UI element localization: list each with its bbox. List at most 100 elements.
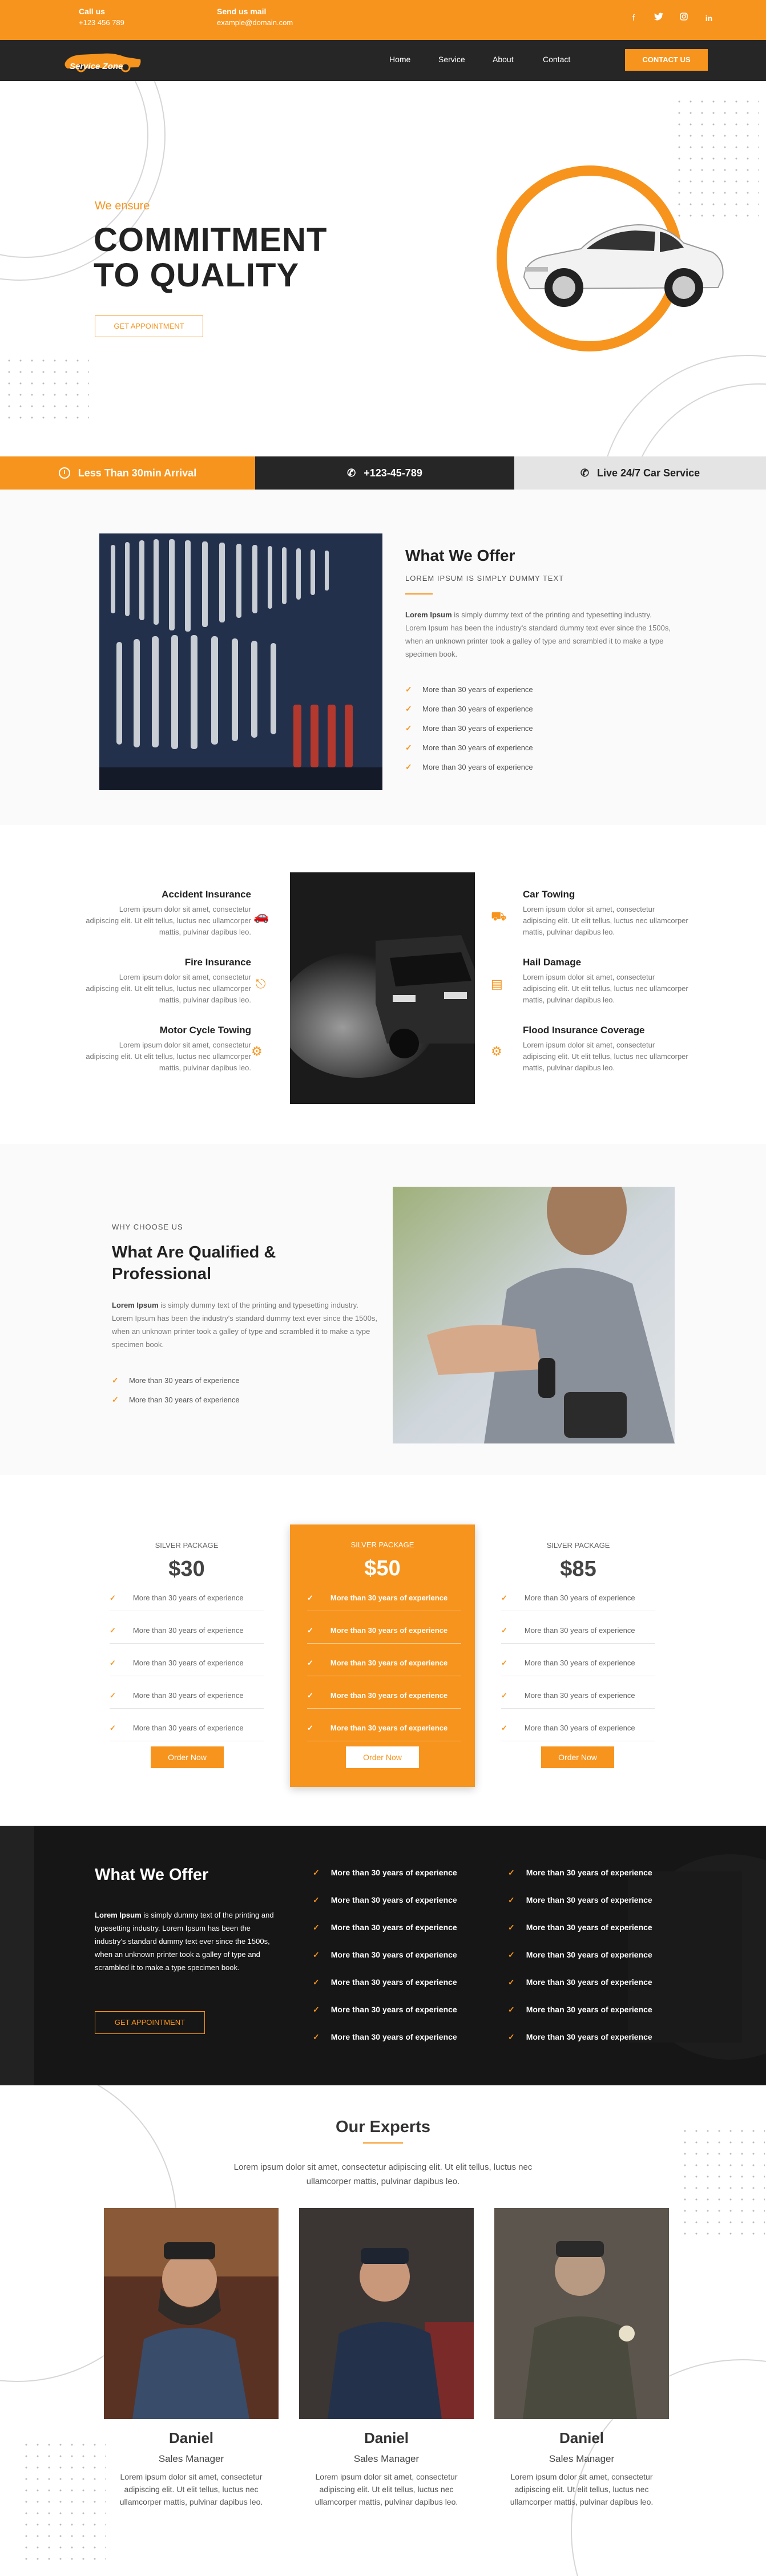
service-accident: Accident Insurance Lorem ipsum dolor sit… bbox=[86, 889, 251, 938]
motorcycle-icon: ⚙ bbox=[251, 1044, 263, 1058]
contact-us-button[interactable]: CONTACT US bbox=[625, 49, 708, 71]
offer-feature: ✓ More than 30 years of experience bbox=[405, 743, 533, 752]
twitter-icon[interactable] bbox=[653, 13, 664, 24]
service-title: Fire Insurance bbox=[184, 957, 251, 968]
why-title-line2: Professional bbox=[112, 1265, 212, 1283]
dark-feature: ✓ More than 30 years of experience bbox=[313, 1895, 457, 1904]
order-now-button[interactable]: Order Now bbox=[151, 1746, 224, 1768]
dark-offer-title: What We Offer bbox=[95, 1866, 209, 1884]
order-now-button[interactable]: Order Now bbox=[541, 1746, 614, 1768]
check-icon: ✓ bbox=[112, 1395, 119, 1404]
why-body-bold: Lorem Ipsum bbox=[112, 1301, 159, 1309]
dark-feature: ✓ More than 30 years of experience bbox=[508, 2032, 652, 2041]
dark-offer-body: Lorem Ipsum is simply dummy text of the … bbox=[95, 1908, 283, 1974]
service-strip: ✆ Live 24/7 Car Service bbox=[514, 456, 766, 490]
package-feature: ✓ More than 30 years of experience bbox=[307, 1724, 448, 1732]
package-feature: ✓ More than 30 years of experience bbox=[110, 1594, 244, 1602]
dark-feature: ✓ More than 30 years of experience bbox=[313, 1868, 457, 1877]
expert-role: Sales Manager bbox=[353, 2453, 420, 2464]
decor-dots bbox=[3, 355, 89, 423]
package-feature: ✓ More than 30 years of experience bbox=[501, 1626, 635, 1635]
arrival-strip: Less Than 30min Arrival bbox=[0, 456, 255, 490]
get-appointment-button[interactable]: GET APPOINTMENT bbox=[95, 316, 203, 337]
check-icon: ✓ bbox=[112, 1376, 119, 1385]
divider bbox=[405, 593, 433, 595]
car-smoke-image bbox=[290, 872, 475, 1104]
service-title: Car Towing bbox=[523, 889, 575, 900]
pricing-card-featured: SILVER PACKAGE $50 ✓ More than 30 years o… bbox=[290, 1524, 475, 1787]
order-now-button[interactable]: Order Now bbox=[346, 1746, 419, 1768]
service-text: Lorem ipsum dolor sit amet, consectetur … bbox=[86, 905, 251, 936]
service-text: Lorem ipsum dolor sit amet, consectetur … bbox=[523, 905, 688, 936]
package-feature: ✓ More than 30 years of experience bbox=[110, 1659, 244, 1667]
check-icon: ✓ bbox=[313, 1923, 320, 1932]
chart-icon: ▤ bbox=[491, 977, 503, 991]
service-title: Flood Insurance Coverage bbox=[523, 1025, 645, 1036]
why-feature: ✓ More than 30 years of experience bbox=[112, 1395, 240, 1404]
package-feature: ✓ More than 30 years of experience bbox=[307, 1691, 448, 1700]
experts-intro-line1: Lorem ipsum dolor sit amet, consectetur … bbox=[233, 2162, 533, 2172]
offer-feature: ✓ More than 30 years of experience bbox=[405, 685, 533, 694]
why-body: Lorem Ipsum is simply dummy text of the … bbox=[112, 1299, 380, 1351]
dark-feature: ✓ More than 30 years of experience bbox=[508, 1978, 652, 1987]
service-text: Lorem ipsum dolor sit amet, consectetur … bbox=[86, 973, 251, 1004]
offer-feature: ✓ More than 30 years of experience bbox=[405, 704, 533, 713]
expert-role: Sales Manager bbox=[158, 2453, 224, 2464]
service-motorcycle: Motor Cycle Towing Lorem ipsum dolor sit… bbox=[86, 1025, 251, 1074]
hero-kicker: We ensure bbox=[95, 200, 150, 212]
dark-feature: ✓ More than 30 years of experience bbox=[313, 1950, 457, 1959]
decor-dots bbox=[21, 2439, 106, 2565]
package-price: $85 bbox=[560, 1557, 596, 1581]
check-icon: ✓ bbox=[508, 1868, 515, 1877]
facebook-icon[interactable]: f bbox=[628, 13, 639, 24]
pricing-card-basic: SILVER PACKAGE $30 ✓ More than 30 years o… bbox=[98, 1520, 275, 1806]
experts-intro-line2: ullamcorper mattis, pulvinar dapibus leo… bbox=[306, 2177, 460, 2186]
dark-feature: ✓ More than 30 years of experience bbox=[508, 1868, 652, 1877]
divider bbox=[363, 2142, 403, 2144]
nav-home[interactable]: Home bbox=[389, 55, 410, 64]
package-feature: ✓ More than 30 years of experience bbox=[501, 1691, 635, 1700]
car-crash-icon: 🚗 bbox=[253, 909, 269, 923]
why-kicker: WHY CHOOSE US bbox=[112, 1223, 183, 1231]
why-feature: ✓ More than 30 years of experience bbox=[112, 1376, 240, 1385]
clock-icon bbox=[58, 467, 70, 479]
check-icon: ✓ bbox=[405, 704, 412, 713]
offer-title: What We Offer bbox=[405, 547, 515, 564]
logo[interactable]: Service Zone bbox=[63, 50, 143, 75]
expert-photo bbox=[299, 2208, 474, 2419]
service-text: Lorem ipsum dolor sit amet, consectetur … bbox=[523, 1041, 688, 1072]
phone-strip[interactable]: ✆ +123-45-789 bbox=[255, 456, 514, 490]
check-icon: ✓ bbox=[405, 723, 412, 733]
package-name: SILVER PACKAGE bbox=[546, 1541, 610, 1550]
instagram-icon[interactable] bbox=[678, 13, 690, 24]
linkedin-icon[interactable]: in bbox=[703, 13, 715, 24]
gear-icon: ⚙ bbox=[491, 1044, 502, 1058]
logo-text: Service Zone bbox=[70, 62, 123, 71]
phone-icon: ✆ bbox=[580, 467, 589, 479]
nav-contact[interactable]: Contact bbox=[543, 55, 570, 64]
package-name: SILVER PACKAGE bbox=[350, 1540, 414, 1549]
nav-about[interactable]: About bbox=[493, 55, 514, 64]
expert-bio: Lorem ipsum dolor sit amet, consectetur … bbox=[119, 2472, 263, 2506]
fire-extinguisher-icon: ⎋ bbox=[256, 977, 266, 991]
dark-body-bold: Lorem Ipsum bbox=[95, 1911, 142, 1919]
expert-role: Sales Manager bbox=[549, 2453, 615, 2464]
nav-service[interactable]: Service bbox=[438, 55, 465, 64]
call-info[interactable]: Call us +123 456 789 bbox=[79, 6, 124, 29]
offer-body-bold: Lorem Ipsum bbox=[405, 610, 452, 619]
dark-feature: ✓ More than 30 years of experience bbox=[508, 1895, 652, 1904]
dark-feature: ✓ More than 30 years of experience bbox=[508, 2005, 652, 2014]
package-name: SILVER PACKAGE bbox=[155, 1541, 219, 1550]
check-icon: ✓ bbox=[313, 1895, 320, 1904]
check-icon: ✓ bbox=[313, 2005, 320, 2014]
check-icon: ✓ bbox=[508, 1978, 515, 1987]
arrival-text: Less Than 30min Arrival bbox=[78, 467, 197, 479]
service-title: Accident Insurance bbox=[162, 889, 251, 900]
package-feature: ✓ More than 30 years of experience bbox=[110, 1626, 244, 1635]
call-value: +123 456 789 bbox=[79, 18, 124, 27]
get-appointment-button[interactable]: GET APPOINTMENT bbox=[95, 2011, 205, 2034]
mail-value: example@domain.com bbox=[217, 18, 293, 27]
expert-name: Daniel bbox=[168, 2429, 214, 2446]
package-feature: ✓ More than 30 years of experience bbox=[110, 1724, 244, 1732]
mail-info[interactable]: Send us mail example@domain.com bbox=[217, 6, 293, 29]
